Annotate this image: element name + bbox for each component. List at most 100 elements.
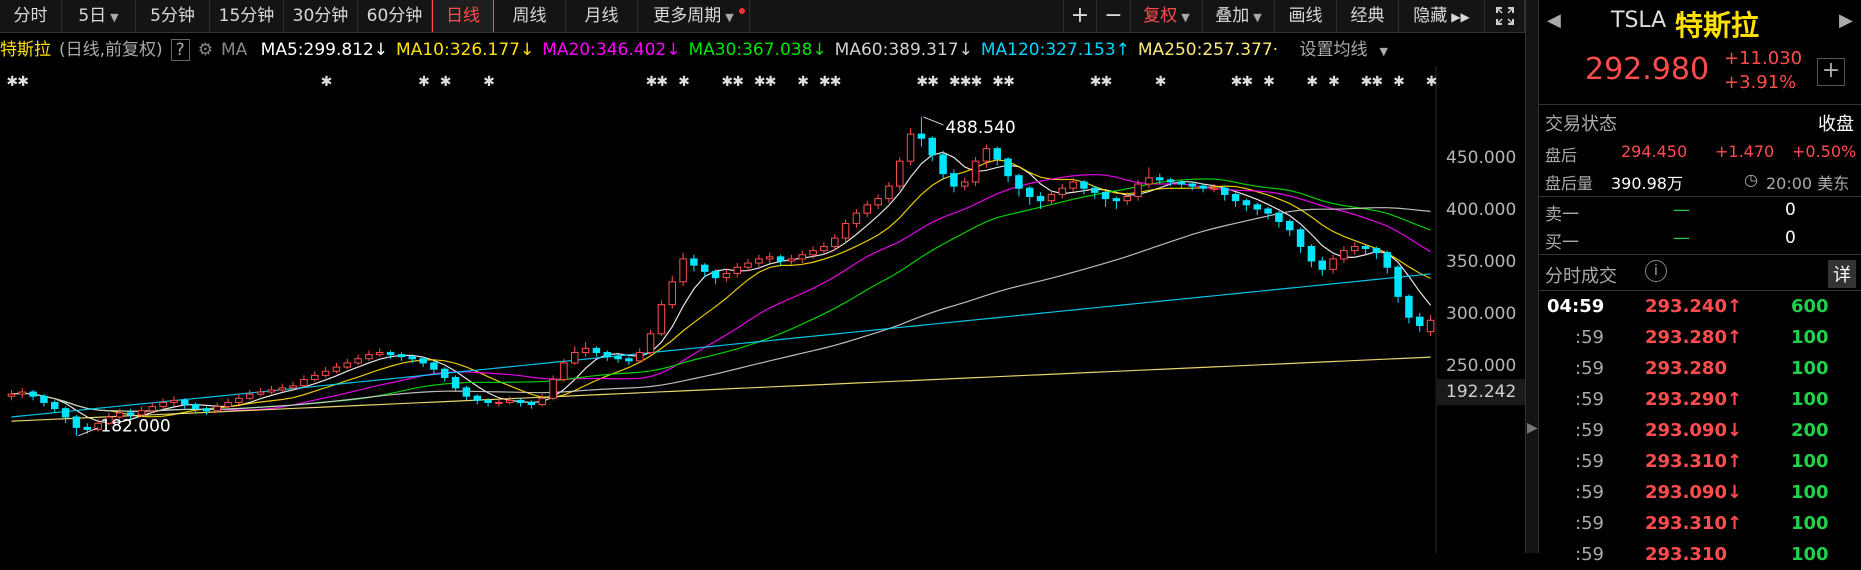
more-periods-label: 更多周期 xyxy=(653,6,722,26)
after-hours-change-pct: +0.50% xyxy=(1792,142,1857,161)
candle-body xyxy=(1394,266,1402,297)
candle-body xyxy=(1340,250,1348,260)
candle-body xyxy=(776,256,785,262)
ma-line-5 xyxy=(11,151,1432,424)
candle-body xyxy=(1036,196,1045,202)
tick-volume: 100 xyxy=(1791,389,1829,410)
overlay-button[interactable]: 叠加 ▼ xyxy=(1203,0,1275,32)
candle-body xyxy=(1318,260,1326,270)
more-periods-button[interactable]: 更多周期 ▼ xyxy=(638,0,750,32)
prev-stock-icon[interactable]: ◀ xyxy=(1547,10,1561,31)
ma-items: MA5:299.812↓ MA10:326.177↓ MA20:346.402↓ MA… xyxy=(261,40,1286,60)
tick-time: :59 xyxy=(1575,482,1604,503)
tab-weekly[interactable]: 周线 xyxy=(494,0,566,32)
zoom-out-button[interactable]: − xyxy=(1097,0,1131,32)
candle-body xyxy=(484,399,492,403)
chevron-down-icon: ▼ xyxy=(1379,45,1388,58)
event-marker: ✱ xyxy=(971,74,983,90)
tab-monthly[interactable]: 月线 xyxy=(566,0,638,32)
candle-body xyxy=(1221,187,1229,195)
help-icon[interactable]: ? xyxy=(170,39,190,61)
tab-15min[interactable]: 15分钟 xyxy=(210,0,284,32)
event-marker: ✱ xyxy=(1306,74,1318,90)
candle-body xyxy=(1177,181,1186,185)
candle-body xyxy=(267,389,276,393)
collapse-handle-icon[interactable]: ▶ xyxy=(1527,420,1538,450)
ma-line-250 xyxy=(11,356,1431,422)
zoom-in-button[interactable]: + xyxy=(1063,0,1097,32)
panel-divider[interactable] xyxy=(1525,0,1539,553)
tick-volume: 200 xyxy=(1791,420,1829,441)
tick-time: :59 xyxy=(1575,420,1604,441)
candle-body xyxy=(1188,183,1196,187)
candle-body xyxy=(1372,248,1381,254)
candle-body xyxy=(1080,181,1088,189)
candle-body xyxy=(679,258,687,283)
chevron-down-icon: ▼ xyxy=(1181,11,1190,24)
low-price-label: 192.242 xyxy=(1446,382,1516,402)
next-stock-icon[interactable]: ▶ xyxy=(1839,10,1853,31)
candlestick-chart[interactable]: 450.000 400.000 350.000 300.000 250.000 192.2… xyxy=(0,66,1525,553)
ticks-header: 分时成交 i 详 xyxy=(1539,258,1861,291)
candle-body xyxy=(506,399,514,403)
candle-body xyxy=(863,204,871,214)
tick-row: :59 293.310 100 xyxy=(1539,540,1861,570)
after-hours-row: 盘后 294.450 +1.470 +0.50% xyxy=(1539,140,1861,168)
candle-body xyxy=(1166,179,1175,183)
tab-5min[interactable]: 5分钟 xyxy=(136,0,210,32)
candle-body xyxy=(625,358,633,362)
event-marker: ✱ xyxy=(1241,74,1253,90)
price-block: 292.980 +11.030 +3.91% + xyxy=(1539,44,1861,105)
candle-body xyxy=(516,399,525,403)
candle-body xyxy=(386,352,395,356)
classic-button[interactable]: 经典 xyxy=(1337,0,1399,32)
detail-button[interactable]: 详 xyxy=(1828,260,1856,288)
candle-body xyxy=(495,401,503,404)
candle-body xyxy=(1134,183,1142,198)
candle-body xyxy=(256,391,265,395)
candle-body xyxy=(1286,220,1294,231)
candle-body xyxy=(896,160,904,187)
tab-60min[interactable]: 60分钟 xyxy=(358,0,432,32)
event-marker: ✱ xyxy=(321,74,333,90)
tab-daily[interactable]: 日线 xyxy=(432,0,494,32)
info-icon[interactable]: i xyxy=(1645,260,1667,282)
tab-5day[interactable]: 5日 ▼ xyxy=(62,0,136,32)
bid1-label: 买一 xyxy=(1545,233,1579,253)
plus-icon[interactable]: + xyxy=(1817,58,1845,86)
candle-body xyxy=(874,198,882,206)
candle-body xyxy=(1101,191,1110,200)
tab-30min[interactable]: 30分钟 xyxy=(284,0,358,32)
candle-body xyxy=(451,376,460,389)
candle-body xyxy=(560,362,568,381)
candle-body xyxy=(1026,187,1034,198)
event-marker: ✱ xyxy=(1101,74,1113,90)
notification-dot xyxy=(739,8,745,14)
tab-fenshi[interactable]: 分时 xyxy=(0,0,62,32)
candle-body xyxy=(571,352,579,364)
double-chevron-right-icon: ▶▶ xyxy=(1451,10,1470,24)
candle-body xyxy=(646,333,655,354)
price-change: +11.030 xyxy=(1724,48,1803,69)
candle-body xyxy=(148,406,156,412)
draw-line-button[interactable]: 画线 xyxy=(1275,0,1337,32)
candle-body xyxy=(1231,193,1240,202)
after-hours-volume-label: 盘后量 xyxy=(1545,174,1594,193)
candle-body xyxy=(1058,187,1066,195)
candle-body xyxy=(1307,245,1316,262)
ask1-price: — xyxy=(1673,200,1690,220)
tick-time: :59 xyxy=(1575,389,1604,410)
gear-icon[interactable]: ⚙ xyxy=(198,40,213,60)
candle-body xyxy=(1405,295,1413,318)
tick-row: :59 293.290↑ 100 xyxy=(1539,385,1861,415)
tick-price: 293.240↑ xyxy=(1645,296,1743,317)
hide-button[interactable]: 隐藏 ▶▶ xyxy=(1399,0,1485,32)
candle-body xyxy=(885,185,893,200)
expand-icon[interactable] xyxy=(1485,0,1525,32)
ma-settings-button[interactable]: 设置均线 ▼ xyxy=(1299,40,1395,60)
candle-body xyxy=(809,250,817,256)
y-tick-label: 450.000 xyxy=(1446,148,1516,168)
candle-body xyxy=(1145,177,1153,185)
adjust-button[interactable]: 复权 ▼ xyxy=(1131,0,1203,32)
ma-item-1: MA10:326.177↓ xyxy=(396,40,535,60)
